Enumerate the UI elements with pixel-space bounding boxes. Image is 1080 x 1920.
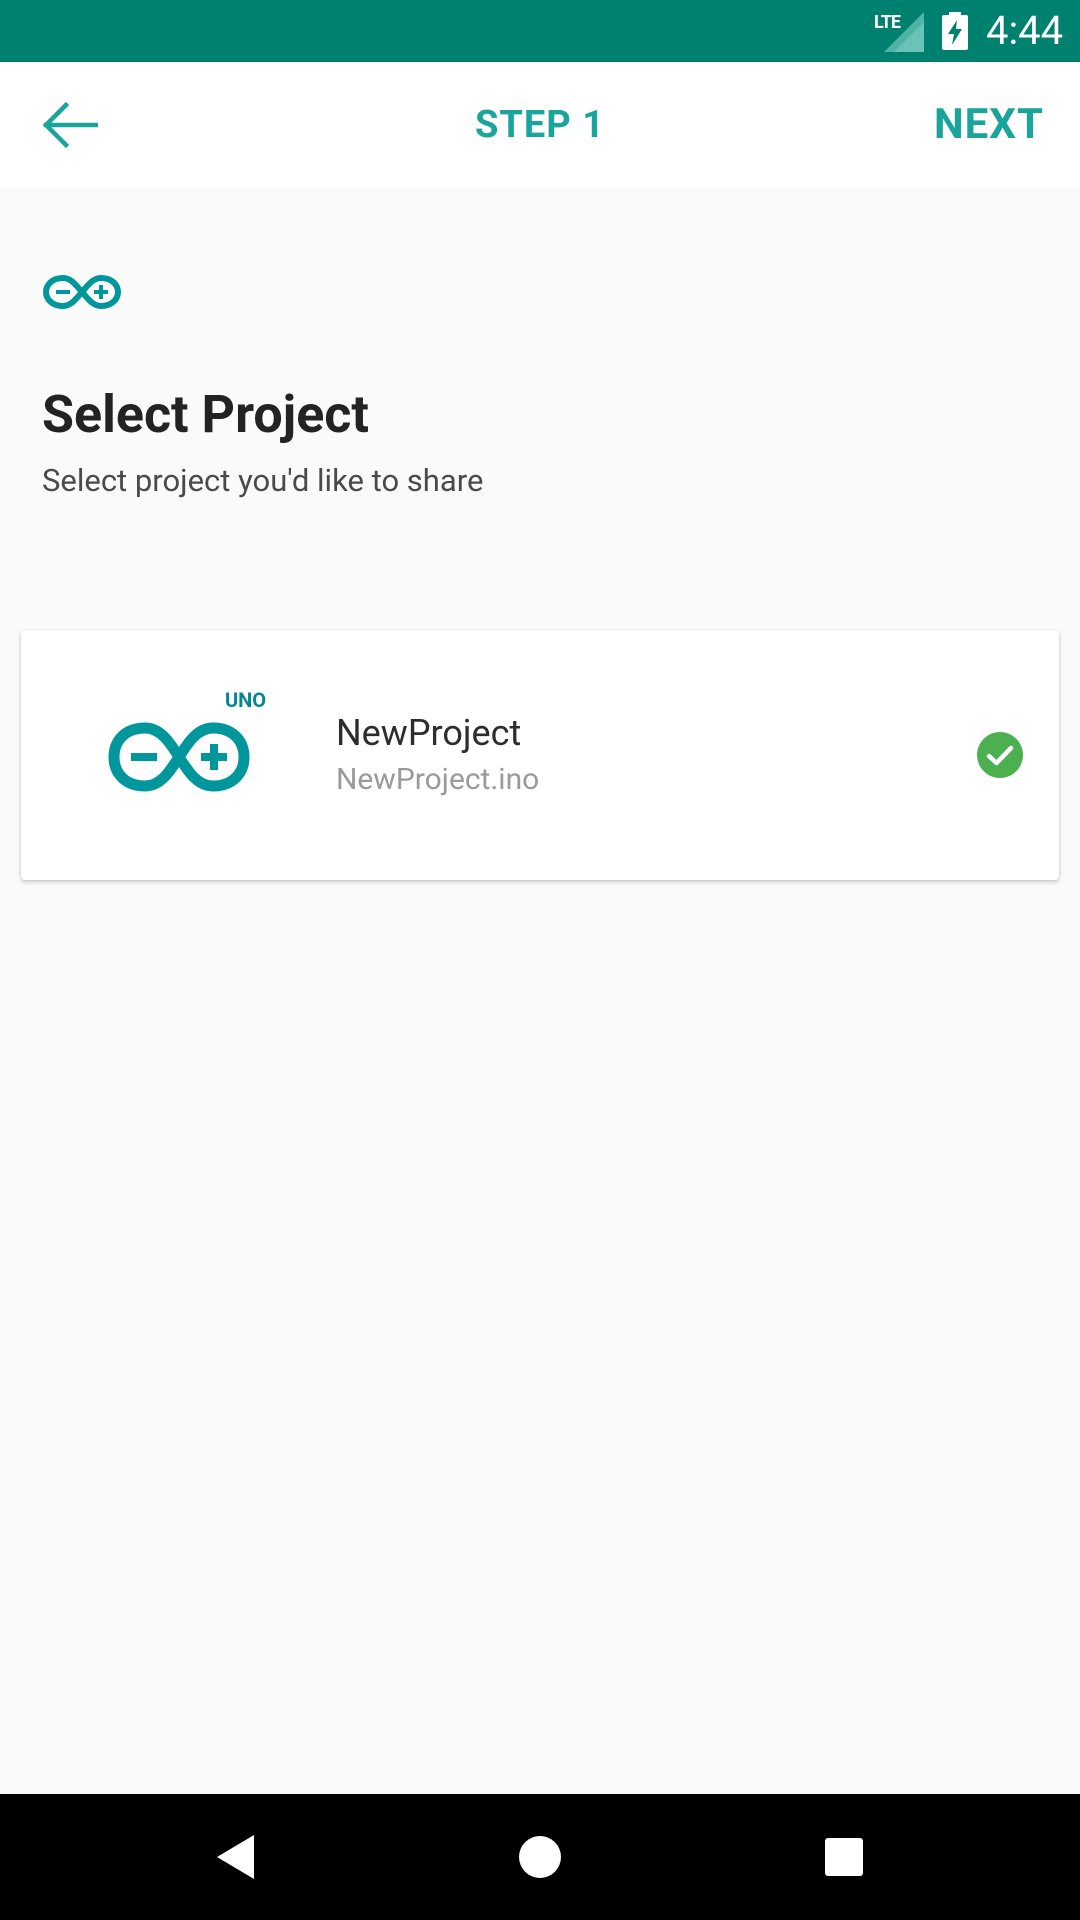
nav-recents-button[interactable] bbox=[799, 1812, 889, 1902]
project-card[interactable]: UNO NewProject NewProject.ino bbox=[21, 630, 1059, 880]
network-type: LTE bbox=[874, 12, 901, 33]
project-name: NewProject bbox=[336, 712, 522, 754]
check-circle-icon bbox=[977, 732, 1023, 778]
nav-recents-icon bbox=[825, 1838, 863, 1876]
project-filename: NewProject.ino bbox=[336, 762, 540, 797]
nav-home-icon bbox=[519, 1836, 561, 1878]
nav-home-button[interactable] bbox=[495, 1812, 585, 1902]
app-bar: STEP 1 NEXT bbox=[0, 62, 1080, 188]
arduino-logo-icon bbox=[42, 274, 122, 310]
arduino-board-icon bbox=[108, 722, 250, 792]
nav-back-button[interactable] bbox=[191, 1812, 281, 1902]
navigation-bar bbox=[0, 1794, 1080, 1920]
nav-back-icon bbox=[217, 1835, 254, 1879]
page-title: Select Project bbox=[42, 384, 369, 445]
page-subtitle: Select project you'd like to share bbox=[42, 462, 484, 499]
clock: 4:44 bbox=[986, 7, 1064, 54]
back-button[interactable] bbox=[30, 92, 110, 158]
board-label: UNO bbox=[225, 688, 267, 712]
battery-charging-icon bbox=[942, 12, 968, 50]
back-arrow-icon bbox=[42, 102, 98, 148]
status-bar: LTE 4:44 bbox=[0, 0, 1080, 62]
step-title: STEP 1 bbox=[474, 103, 606, 147]
next-button[interactable]: NEXT bbox=[934, 94, 1044, 156]
